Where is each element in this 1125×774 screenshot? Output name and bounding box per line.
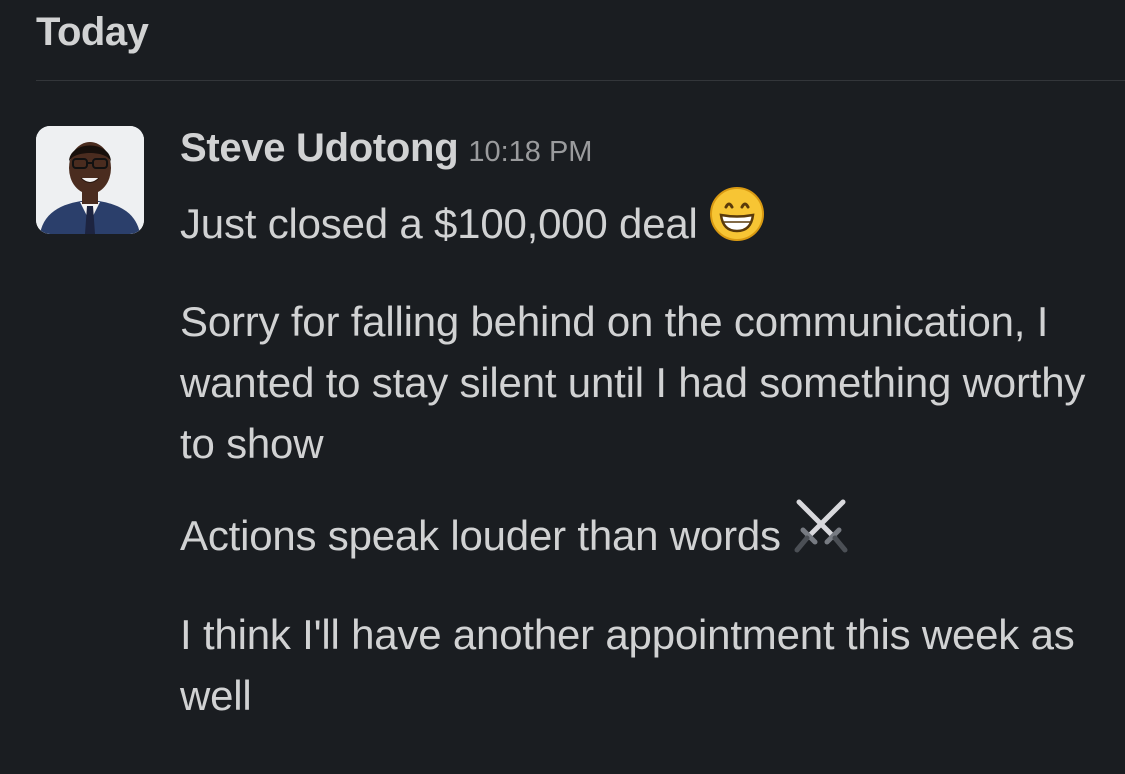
- message-text: I think I'll have another appointment th…: [180, 611, 1075, 719]
- message-line: Just closed a $100,000 deal: [180, 187, 1100, 264]
- message-pane: Today Steve Udotong 10:18 PM Just closed…: [0, 0, 1125, 774]
- message[interactable]: Steve Udotong 10:18 PM Just closed a $100…: [180, 126, 1100, 753]
- message-text: Actions speak louder than words: [180, 512, 781, 560]
- message-text: Sorry for falling behind on the communic…: [180, 298, 1086, 467]
- grinning-face-icon: [708, 185, 766, 259]
- message-line: Actions speak louder than words: [180, 499, 1100, 577]
- message-header: Steve Udotong 10:18 PM: [180, 126, 1100, 186]
- crossed-swords-icon: [791, 496, 851, 572]
- timestamp[interactable]: 10:18 PM: [468, 136, 592, 168]
- author-name[interactable]: Steve Udotong: [180, 126, 459, 170]
- avatar[interactable]: [36, 126, 144, 234]
- message-line: I think I'll have another appointment th…: [180, 604, 1100, 726]
- message-text: Just closed a $100,000 deal: [180, 200, 698, 248]
- day-divider-label: Today: [36, 10, 149, 54]
- profile-photo: [36, 126, 144, 234]
- day-divider-line: [36, 80, 1125, 81]
- message-line: Sorry for falling behind on the communic…: [180, 291, 1100, 474]
